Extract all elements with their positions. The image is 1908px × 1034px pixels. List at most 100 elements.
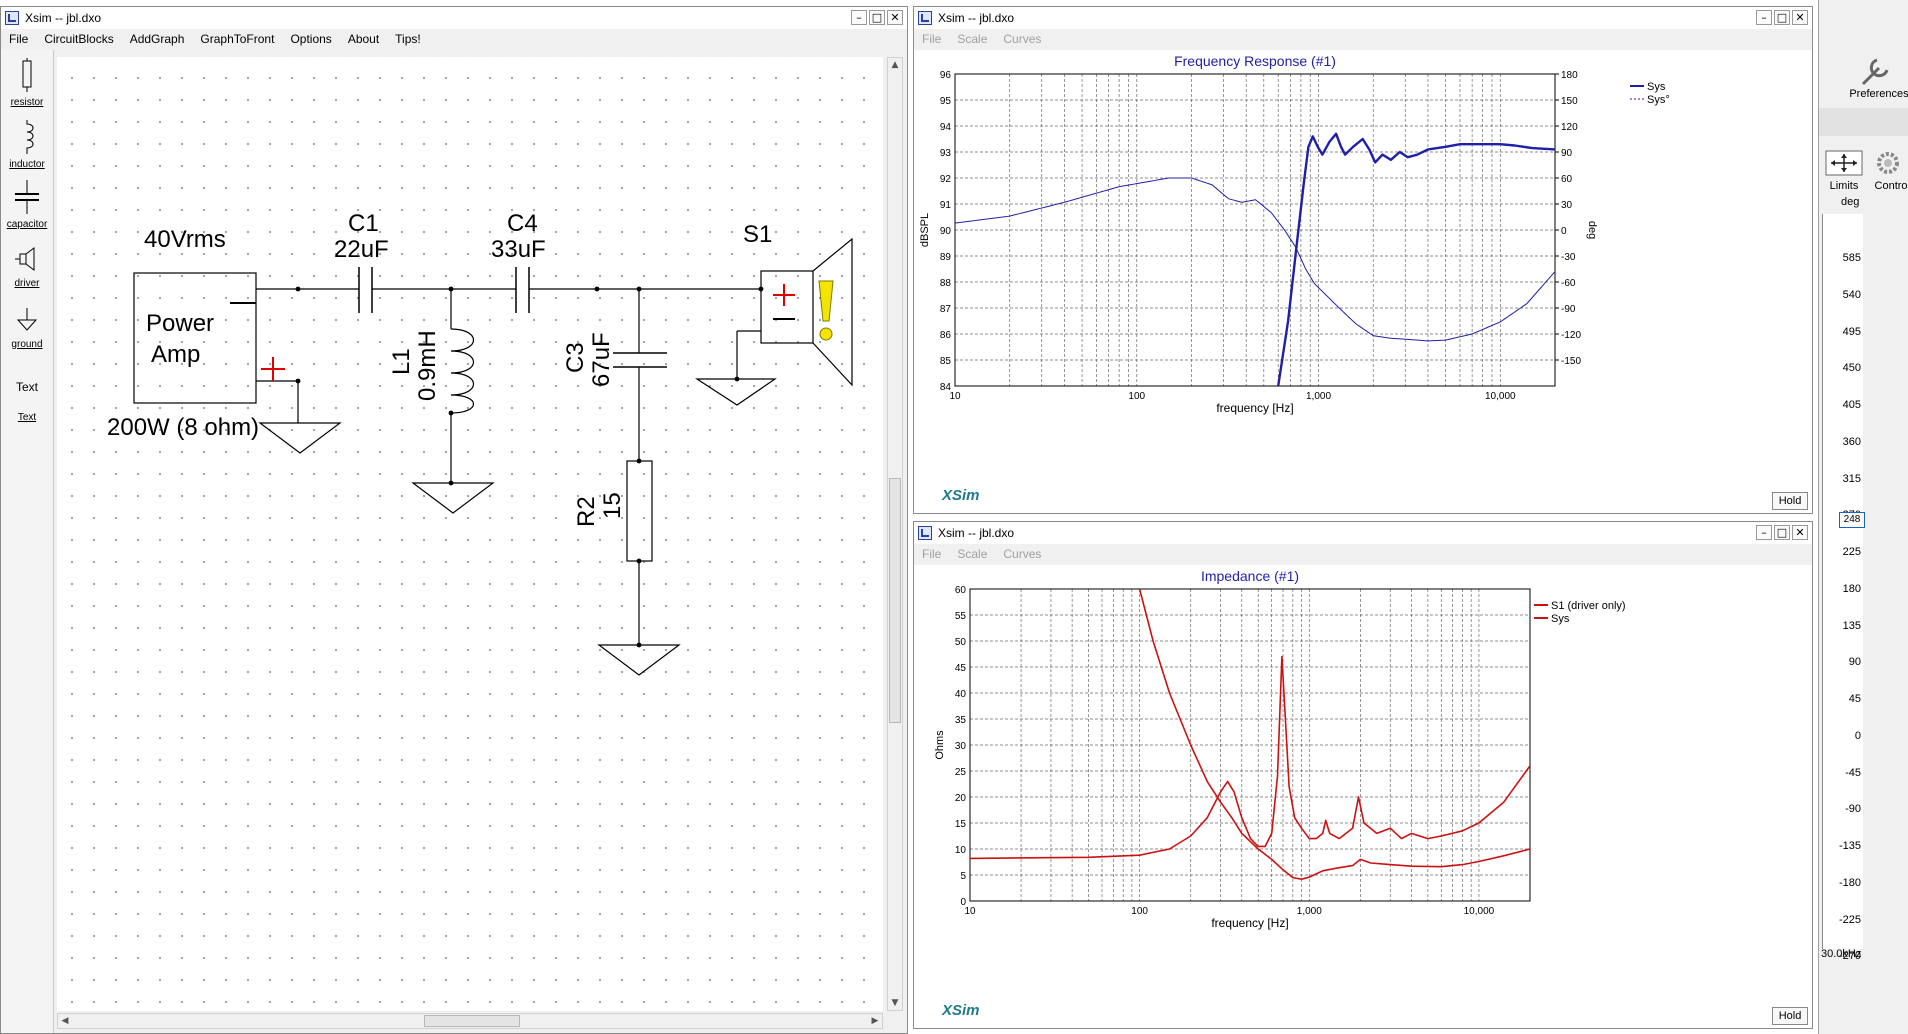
close-button[interactable]: ✕: [1792, 10, 1808, 25]
scale-tick-label: -45: [1845, 766, 1861, 779]
menu-curves[interactable]: Curves: [995, 547, 1049, 561]
r2-resistor[interactable]: [626, 460, 653, 562]
r2-value-label: 15: [599, 492, 626, 519]
close-button[interactable]: ✕: [1792, 525, 1808, 540]
y-tick-label: 86: [940, 330, 952, 341]
preferences-tool[interactable]: Preferences: [1819, 44, 1908, 104]
tool-driver[interactable]: driver: [1, 245, 53, 289]
xsim-logo: XSim: [942, 487, 980, 504]
menu-scale[interactable]: Scale: [949, 32, 995, 46]
y-tick-label: 87: [940, 304, 952, 315]
scroll-down-arrow[interactable]: ▼: [888, 996, 902, 1010]
maximize-button[interactable]: □: [869, 10, 885, 25]
x-tick-label: 100: [1131, 906, 1148, 917]
tool-capacitor[interactable]: capacitor: [1, 180, 53, 230]
schematic-horizontal-scrollbar[interactable]: ◀ ▶: [57, 1013, 883, 1029]
r2-ground-symbol[interactable]: [597, 644, 681, 676]
impedance-window-titlebar[interactable]: Xsim -- jbl.dxo – □ ✕: [914, 522, 1812, 544]
wrench-icon: [1861, 58, 1889, 86]
y-tick-label: 90: [940, 226, 952, 237]
xsim-app-icon: [918, 526, 932, 540]
schematic-vertical-scrollbar[interactable]: ▲ ▼: [887, 57, 903, 1011]
scroll-up-arrow[interactable]: ▲: [888, 58, 902, 72]
power-amp-block[interactable]: [133, 272, 257, 404]
x-axis-label: frequency [Hz]: [1211, 916, 1288, 930]
frequency-window-titlebar[interactable]: Xsim -- jbl.dxo – □ ✕: [914, 7, 1812, 29]
tool-text[interactable]: Text: [1, 380, 53, 394]
c4-capacitor[interactable]: [515, 267, 530, 313]
phase-marker[interactable]: 248: [1839, 512, 1865, 528]
legend-label-1: Sys°: [1647, 94, 1670, 106]
menu-about[interactable]: About: [340, 32, 387, 46]
menu-graphtofront[interactable]: GraphToFront: [192, 32, 282, 46]
chart-title: Frequency Response (#1): [1174, 53, 1336, 69]
close-button[interactable]: ✕: [887, 10, 903, 25]
schematic-window: Xsim -- jbl.dxo – □ ✕ File CircuitBlocks…: [0, 6, 908, 1034]
menu-scale[interactable]: Scale: [949, 547, 995, 561]
schematic-canvas[interactable]: 40Vrms Power Amp 200W (8 ohm) C1 22uF C4…: [57, 57, 883, 1011]
c1-value-label: 22uF: [334, 236, 389, 263]
l1-inductor[interactable]: [450, 328, 475, 414]
limits-tool[interactable]: Limits: [1825, 150, 1865, 200]
scale-tick-label: -225: [1838, 913, 1861, 926]
tool-resistor[interactable]: resistor: [1, 58, 53, 108]
scale-tick-label: 360: [1842, 435, 1861, 448]
vertical-scroll-thumb[interactable]: [889, 478, 901, 723]
y-tick-label: 95: [940, 96, 952, 107]
series-line-0: [970, 655, 1530, 860]
menu-tips[interactable]: Tips!: [387, 32, 429, 46]
x-tick-label: 1,000: [1297, 906, 1322, 917]
c4-name-label: C4: [507, 210, 538, 237]
y-tick-label: 85: [940, 356, 952, 367]
maximize-button[interactable]: □: [1774, 525, 1790, 540]
menu-options[interactable]: Options: [282, 32, 339, 46]
l1-ground-symbol[interactable]: [411, 482, 495, 514]
s1-speaker[interactable]: [760, 237, 853, 387]
minimize-button[interactable]: –: [1756, 10, 1772, 25]
menu-circuitblocks[interactable]: CircuitBlocks: [36, 32, 121, 46]
amp-ground-symbol[interactable]: [258, 422, 342, 454]
menu-file[interactable]: File: [914, 32, 949, 46]
y-tick-label: 45: [955, 663, 967, 674]
c1-capacitor[interactable]: [358, 267, 373, 313]
maximize-button[interactable]: □: [1774, 10, 1790, 25]
controls-tool[interactable]: Controls: [1869, 150, 1908, 200]
minimize-button[interactable]: –: [851, 10, 867, 25]
tool-inductor[interactable]: inductor: [1, 120, 53, 170]
hold-button[interactable]: Hold: [1772, 1007, 1808, 1025]
frequency-response-chart[interactable]: 84858687888990919293949596-150-120-90-60…: [914, 50, 1812, 513]
y2-tick-label: -90: [1561, 304, 1576, 315]
impedance-chart[interactable]: 05101520253035404550556010 100 1,000 10,000…: [914, 565, 1812, 1028]
menu-addgraph[interactable]: AddGraph: [122, 32, 193, 46]
phase-scale[interactable]: 58554049545040536031527022518013590450-4…: [1822, 214, 1863, 962]
legend-label-0: Sys: [1647, 81, 1666, 93]
scale-unit-label: deg: [1841, 196, 1860, 208]
menu-file[interactable]: File: [1, 32, 36, 46]
horizontal-scroll-thumb[interactable]: [424, 1015, 520, 1027]
minimize-button[interactable]: –: [1756, 525, 1772, 540]
y-tick-label: 91: [940, 200, 952, 211]
tool-inductor-label: inductor: [9, 159, 45, 170]
c3-capacitor[interactable]: [613, 352, 667, 368]
y-tick-label: 93: [940, 148, 952, 159]
ground-icon: [16, 308, 38, 331]
tool-ground[interactable]: ground: [1, 308, 53, 350]
menu-curves[interactable]: Curves: [995, 32, 1049, 46]
impedance-window-menubar: File Scale Curves: [914, 544, 1812, 564]
hold-button[interactable]: Hold: [1772, 492, 1808, 510]
impedance-window-title: Xsim -- jbl.dxo: [938, 526, 1015, 540]
scroll-left-arrow[interactable]: ◀: [58, 1014, 72, 1028]
tool-ground-label: ground: [11, 339, 43, 350]
menu-file[interactable]: File: [914, 547, 949, 561]
schematic-titlebar[interactable]: Xsim -- jbl.dxo – □ ✕: [1, 7, 907, 29]
y-tick-label: 10: [955, 845, 967, 856]
s1-ground-symbol[interactable]: [694, 378, 777, 406]
bottom-frequency-label: 30.0kHz: [1821, 948, 1862, 960]
tool-text-2[interactable]: Text: [1, 410, 53, 423]
legend-label-1: Sys: [1551, 613, 1570, 625]
xsim-app-icon: [5, 11, 19, 25]
scroll-right-arrow[interactable]: ▶: [868, 1014, 882, 1028]
y-tick-label: 55: [955, 611, 967, 622]
impedance-window: Xsim -- jbl.dxo – □ ✕ File Scale Curves …: [913, 521, 1813, 1029]
y2-tick-label: 0: [1561, 226, 1567, 237]
